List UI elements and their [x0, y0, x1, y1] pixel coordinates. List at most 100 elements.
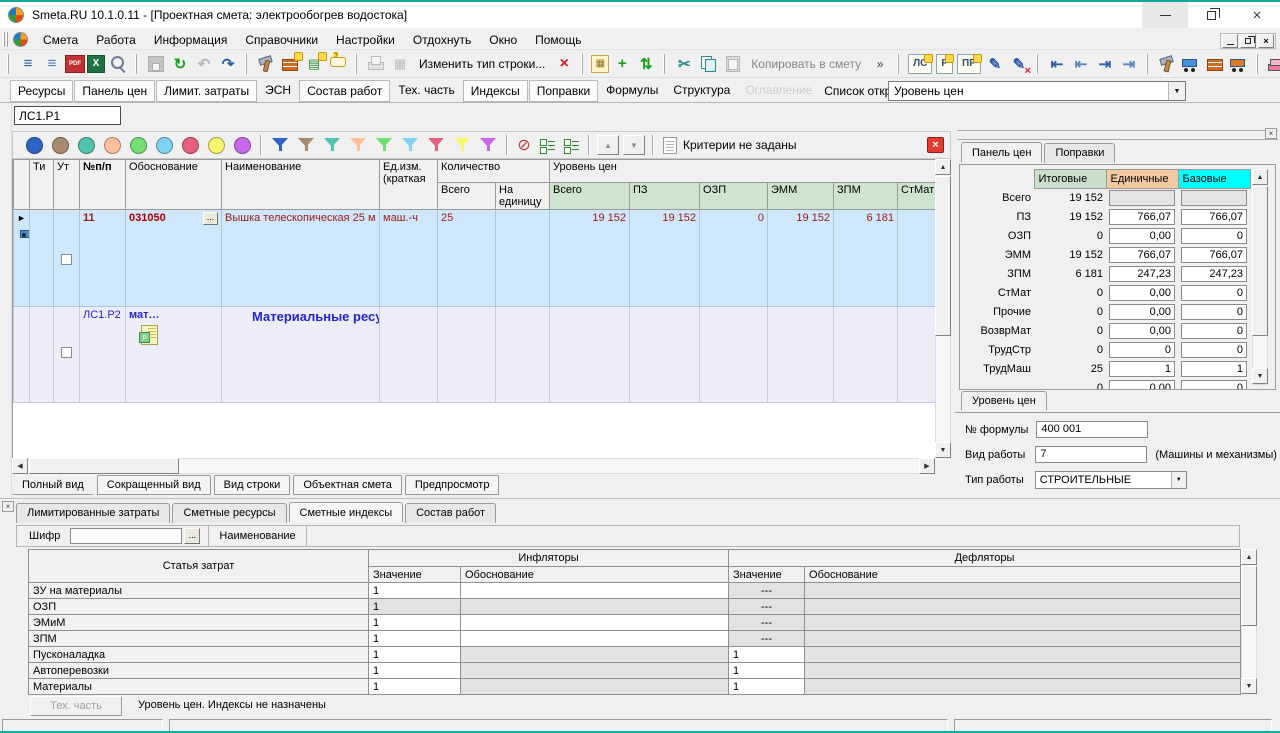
mdi-minimize-button[interactable]: [1222, 34, 1238, 48]
price-unit-value[interactable]: 0,00: [1109, 323, 1175, 339]
copy-icon[interactable]: [697, 53, 719, 75]
sort-icon[interactable]: ⇅: [635, 53, 657, 75]
close-filter-button[interactable]: ×: [927, 137, 944, 153]
color-filter-funnel-icon[interactable]: [322, 136, 342, 154]
price-base-value[interactable]: 1: [1181, 361, 1247, 377]
menu-item[interactable]: Работа: [87, 31, 145, 49]
scroll-left-button[interactable]: ◀: [12, 458, 28, 474]
deflator-basis-cell[interactable]: [805, 615, 1241, 631]
col-header-qty-total[interactable]: Всего: [438, 183, 496, 210]
scroll-down-button[interactable]: ▼: [1252, 368, 1268, 384]
col-header-qty-per[interactable]: На единицу: [496, 183, 550, 210]
edit-row-icon[interactable]: ✎: [984, 53, 1006, 75]
section-button[interactable]: Р: [936, 54, 953, 74]
view-tab[interactable]: Сокращенный вид: [97, 475, 211, 495]
col-header-ut[interactable]: Ут: [54, 160, 80, 210]
col-header-basis[interactable]: Обоснование: [126, 160, 222, 210]
price-level-col-header[interactable]: ЗПМ: [834, 183, 898, 210]
deflator-basis-cell[interactable]: [805, 583, 1241, 599]
restore-button[interactable]: [1188, 2, 1234, 28]
scroll-up-button[interactable]: ▲: [1252, 169, 1268, 185]
inflator-basis-cell[interactable]: [461, 647, 729, 663]
deflator-value-cell[interactable]: ---: [729, 631, 805, 647]
inflator-basis-cell[interactable]: [461, 663, 729, 679]
checkbox[interactable]: [61, 254, 72, 265]
col-header-num[interactable]: №п/п: [80, 160, 126, 210]
local-estimate-button[interactable]: ЛС: [908, 54, 932, 74]
deflator-value-cell[interactable]: 1: [729, 663, 805, 679]
inflator-value-cell[interactable]: 1: [369, 679, 461, 695]
truck-icon[interactable]: [1180, 53, 1202, 75]
tree-structure-icon[interactable]: ≡: [17, 53, 39, 75]
chevron-down-icon[interactable]: ▼: [1171, 472, 1186, 488]
checkbox[interactable]: [61, 347, 72, 358]
refresh-icon[interactable]: ↻: [169, 53, 191, 75]
price-unit-value[interactable]: 0,00: [1109, 380, 1175, 390]
menu-item[interactable]: Помощь: [526, 31, 590, 49]
price-unit-value[interactable]: 0: [1109, 342, 1175, 358]
col-header-price-level[interactable]: Уровень цен: [550, 160, 936, 183]
base-col-header[interactable]: Базовые: [1178, 170, 1250, 189]
col-header-name[interactable]: Наименование: [222, 160, 380, 210]
index-row[interactable]: ЗУ на материалы 1 ---: [29, 583, 1241, 599]
panel-tab[interactable]: Состав работ: [299, 80, 390, 102]
view-tab[interactable]: Предпросмотр: [405, 475, 500, 495]
indent-all-icon[interactable]: ⇥: [1118, 53, 1140, 75]
indices-tab[interactable]: Сметные индексы: [289, 502, 404, 522]
cost-item-header[interactable]: Статья затрат: [29, 550, 369, 583]
color-marker-icon[interactable]: [156, 137, 173, 154]
mdi-restore-button[interactable]: [1240, 34, 1256, 48]
inflator-value-cell[interactable]: 1: [369, 599, 461, 615]
works-icon[interactable]: [1156, 53, 1178, 75]
color-marker-icon[interactable]: [26, 137, 43, 154]
price-unit-value[interactable]: 1: [1109, 361, 1175, 377]
price-level-combobox[interactable]: Уровень цен ▼: [888, 81, 1186, 101]
panel-tab[interactable]: Формулы: [599, 80, 665, 102]
index-row[interactable]: Автоперевозки 1 1: [29, 663, 1241, 679]
panel-tab[interactable]: Поправки: [529, 80, 598, 102]
price-unit-value[interactable]: 0,00: [1109, 228, 1175, 244]
price-base-value[interactable]: 766,07: [1181, 247, 1247, 263]
ellipsis-button[interactable]: ...: [184, 528, 200, 544]
menu-item[interactable]: Смета: [34, 31, 87, 49]
view-tab[interactable]: Объектная смета: [293, 475, 402, 495]
index-row[interactable]: ОЗП 1 ---: [29, 599, 1241, 615]
menu-item[interactable]: Окно: [480, 31, 526, 49]
deflator-value-cell[interactable]: ---: [729, 615, 805, 631]
color-marker-icon[interactable]: [208, 137, 225, 154]
inflator-basis-cell[interactable]: [461, 599, 729, 615]
panel-scroll-thumb[interactable]: [1252, 186, 1268, 336]
grid-row-machine[interactable]: ► 11 031050... Вышка телескопическая 25 …: [14, 210, 937, 307]
work-kind-input[interactable]: 7: [1035, 446, 1147, 463]
pdf-export-icon[interactable]: PDF: [65, 55, 85, 73]
price-base-value[interactable]: 247,23: [1181, 266, 1247, 282]
deflator-basis-cell[interactable]: [805, 663, 1241, 679]
inflators-header[interactable]: Инфляторы: [369, 550, 729, 567]
col-header-ti[interactable]: Ти: [30, 160, 54, 210]
view-tab[interactable]: Полный вид: [12, 475, 94, 495]
save-icon[interactable]: [145, 53, 167, 75]
inflator-value-cell[interactable]: 1: [369, 631, 461, 647]
index-row[interactable]: Пусконаладка 1 1: [29, 647, 1241, 663]
price-unit-value[interactable]: 0,00: [1109, 304, 1175, 320]
color-marker-icon[interactable]: [130, 137, 147, 154]
menu-item[interactable]: Настройки: [327, 31, 404, 49]
deflator-basis-cell[interactable]: [805, 599, 1241, 615]
deflator-value-cell[interactable]: 1: [729, 679, 805, 695]
inflator-basis-cell[interactable]: [461, 679, 729, 695]
price-panel-tab[interactable]: Поправки: [1044, 143, 1115, 163]
new-catalog-icon[interactable]: ▤: [303, 53, 325, 75]
indices-tab[interactable]: Состав работ: [405, 503, 496, 523]
overflow-chevron-icon[interactable]: »: [869, 53, 891, 75]
inflator-value-cell[interactable]: 1: [369, 615, 461, 631]
add-sheet-icon[interactable]: +: [611, 53, 633, 75]
panel-tab[interactable]: Структура: [666, 80, 737, 102]
catalog-books-icon[interactable]: [1266, 53, 1280, 75]
price-base-value[interactable]: 0: [1181, 228, 1247, 244]
price-base-value[interactable]: 0: [1181, 342, 1247, 358]
excel-export-icon[interactable]: X: [87, 55, 105, 73]
index-row[interactable]: ЭМиМ 1 ---: [29, 615, 1241, 631]
price-base-value[interactable]: 0: [1181, 285, 1247, 301]
toolbar-grip[interactable]: [3, 32, 8, 47]
panel-tab[interactable]: Лимит. затраты: [156, 80, 257, 102]
